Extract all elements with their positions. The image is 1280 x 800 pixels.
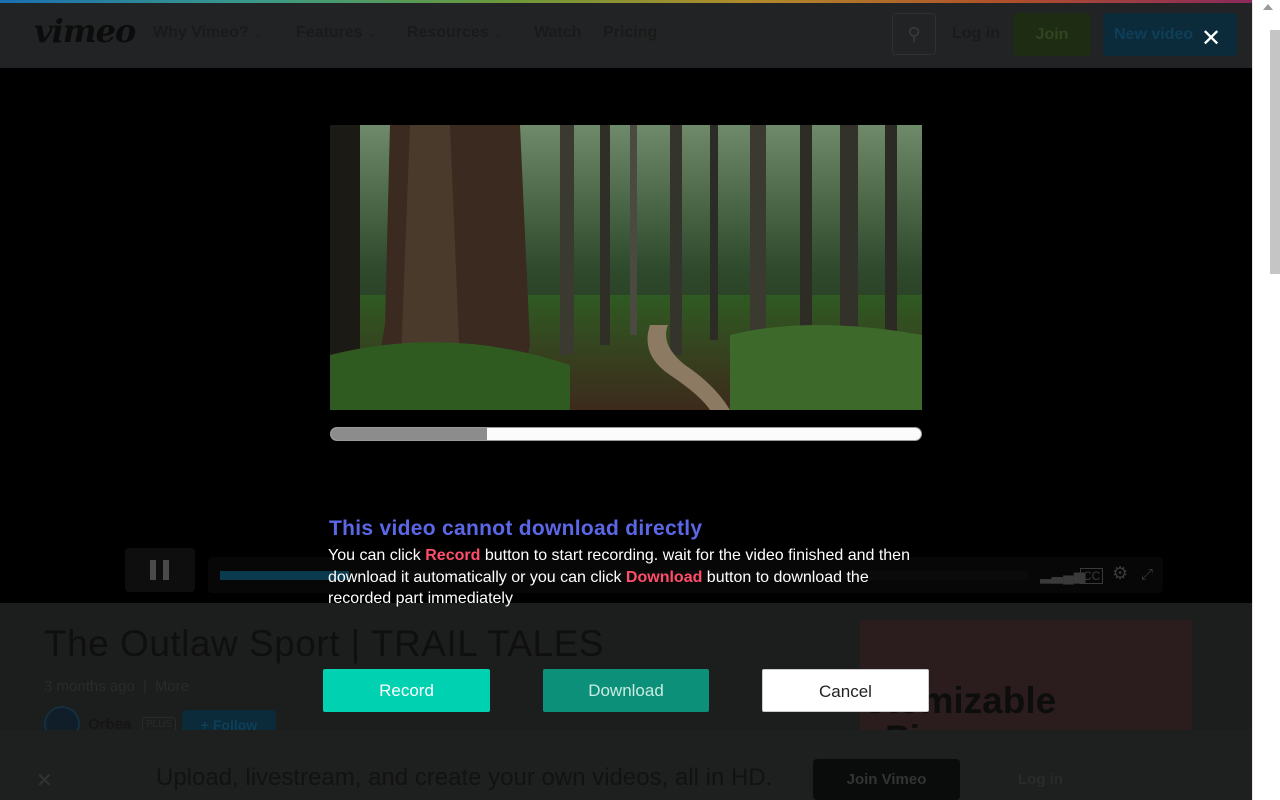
- video-age: 3 months ago: [44, 678, 135, 695]
- top-color-strip: [0, 0, 1252, 3]
- recording-progress-fill: [331, 428, 488, 440]
- video-title: The Outlaw Sport | TRAIL TALES: [44, 623, 604, 664]
- nav-watch[interactable]: Watch: [534, 24, 581, 42]
- scroll-up-arrow-icon[interactable]: [1263, 4, 1273, 10]
- nav-why-vimeo[interactable]: Why Vimeo? ⌄: [153, 24, 262, 42]
- chevron-down-icon: ⌄: [252, 28, 262, 40]
- banner-login-link[interactable]: Log in: [1018, 771, 1063, 788]
- nav-features-label: Features: [296, 24, 363, 41]
- join-vimeo-button[interactable]: Join Vimeo: [813, 759, 960, 800]
- more-link[interactable]: More: [155, 678, 189, 695]
- chevron-down-icon: ⌄: [366, 28, 376, 40]
- nav-resources-label: Resources: [407, 24, 489, 41]
- video-thumbnail: [330, 125, 922, 410]
- gear-icon[interactable]: ⚙: [1112, 563, 1128, 584]
- download-highlight: Download: [625, 568, 703, 586]
- chevron-down-icon: ⌄: [492, 28, 503, 40]
- volume-icon[interactable]: ▂▃▄▅: [1040, 566, 1085, 584]
- dialog-message: You can click Record button to start rec…: [328, 545, 928, 610]
- captions-icon[interactable]: CC: [1080, 568, 1104, 584]
- banner-text: Upload, livestream, and create your own …: [156, 764, 773, 791]
- scrollbar-thumb[interactable]: [1270, 30, 1280, 274]
- close-icon[interactable]: ✕: [1201, 25, 1221, 53]
- recording-progress-bar: [330, 427, 922, 441]
- forest-image: [330, 125, 922, 410]
- record-button[interactable]: Record: [323, 669, 490, 712]
- join-button[interactable]: Join: [1013, 13, 1091, 56]
- nav-why-vimeo-label: Why Vimeo?: [153, 24, 249, 41]
- search-icon: ⚲: [907, 24, 921, 44]
- nav-pricing[interactable]: Pricing: [603, 24, 657, 42]
- pause-icon-bar: [163, 560, 169, 580]
- nav-resources[interactable]: Resources ⌄: [407, 24, 502, 42]
- login-link[interactable]: Log in: [952, 25, 1000, 43]
- video-meta: 3 months ago | More: [44, 678, 189, 695]
- nav-features[interactable]: Features ⌄: [296, 24, 376, 42]
- pause-icon-bar: [150, 560, 156, 580]
- close-icon[interactable]: ✕: [36, 768, 53, 793]
- ad-text-line2: Pi: [885, 718, 920, 730]
- download-button[interactable]: Download: [543, 669, 709, 712]
- fullscreen-icon[interactable]: ⤢: [1141, 566, 1153, 583]
- vimeo-logo[interactable]: vimeo: [34, 12, 136, 50]
- meta-divider: |: [142, 678, 147, 695]
- search-button[interactable]: ⚲: [892, 13, 936, 55]
- cancel-button[interactable]: Cancel: [762, 669, 929, 712]
- dialog-heading: This video cannot download directly: [329, 517, 703, 540]
- pause-button[interactable]: [125, 548, 195, 592]
- dialog-text-1: You can click: [328, 547, 426, 564]
- record-highlight: Record: [425, 547, 481, 564]
